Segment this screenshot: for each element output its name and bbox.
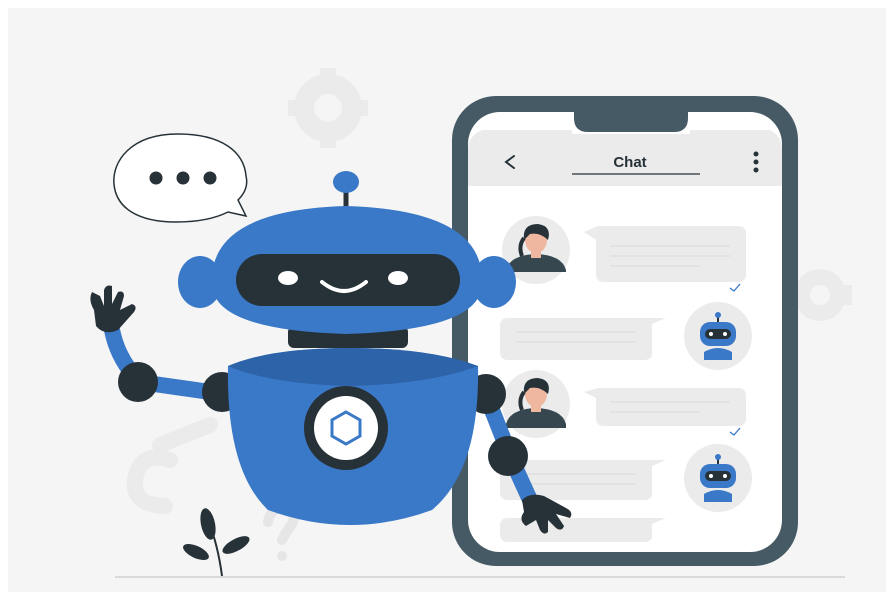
robot-chest-plate	[314, 396, 378, 460]
question-mark-dot	[277, 551, 287, 561]
ellipsis-icon	[149, 171, 217, 185]
message-bubble	[584, 388, 746, 426]
message-bubble	[584, 226, 746, 282]
gear-icon	[794, 269, 852, 321]
message-row-user	[502, 216, 746, 292]
robot-visor	[236, 254, 460, 306]
plant-decoration	[183, 508, 250, 577]
speech-bubble	[113, 133, 248, 223]
robot-right-eye	[388, 271, 408, 285]
phone-notch	[574, 110, 688, 132]
robot-left-eye	[278, 271, 298, 285]
robot-left-elbow	[118, 362, 158, 402]
gear-icon	[288, 68, 368, 148]
chat-title: Chat	[613, 154, 646, 171]
illustration: Chat	[0, 0, 894, 602]
kebab-menu-icon[interactable]	[753, 151, 759, 173]
message-bubble	[500, 318, 666, 360]
robot-chat-illustration: Chat	[90, 68, 852, 578]
robot-antenna-tip	[333, 171, 359, 193]
broken-gear-icon	[126, 417, 218, 514]
robot-right-elbow	[488, 436, 528, 476]
robot-left-hand	[90, 285, 136, 333]
